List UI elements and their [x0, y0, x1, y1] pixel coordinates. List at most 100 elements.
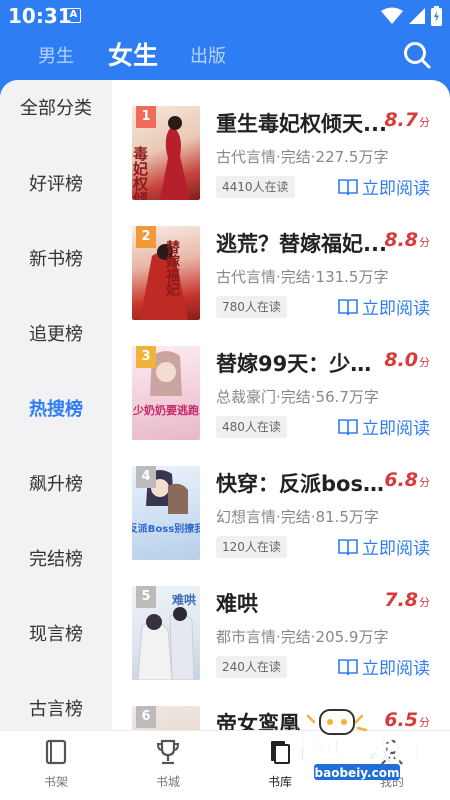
tab-female[interactable]: 女生	[108, 36, 158, 72]
score-value: 7.8	[384, 589, 418, 611]
library-icon	[271, 741, 290, 764]
readers-badge: 480人在读	[216, 416, 287, 438]
book-open-icon	[338, 418, 358, 435]
read-now-label: 立即阅读	[362, 419, 430, 439]
book-cover[interactable]: 6	[132, 706, 200, 730]
watermark-url: baobeiy.com	[315, 766, 400, 780]
bottom-nav-label: 书架	[43, 775, 68, 789]
rank-badge: 6	[136, 706, 156, 728]
score-value: 8.7	[384, 109, 418, 131]
book-title[interactable]: 替嫁99天：少奶...	[216, 348, 391, 378]
sidebar-item-trending[interactable]: 热搜榜	[0, 395, 112, 421]
book-meta: 总裁豪门·完结·56.7万字	[216, 388, 379, 406]
cover-title: 毒妃权倾天下	[132, 145, 149, 200]
book-open-icon	[338, 658, 358, 675]
sidebar-item-top-rated[interactable]: 好评榜	[0, 170, 112, 196]
read-now-button[interactable]: 立即阅读	[338, 414, 430, 439]
sidebar-item-all[interactable]: 全部分类	[0, 94, 112, 120]
top-nav: 男生 女生 出版	[0, 32, 450, 82]
read-now-label: 立即阅读	[362, 179, 430, 199]
read-now-label: 立即阅读	[362, 659, 430, 679]
sidebar-item-following[interactable]: 追更榜	[0, 320, 112, 346]
book-title[interactable]: 难哄	[216, 588, 391, 618]
bottom-nav-bookstore[interactable]: 书城	[138, 739, 198, 790]
book-meta: 古代言情·完结·131.5万字	[216, 268, 389, 286]
read-now-button[interactable]: 立即阅读	[338, 174, 430, 199]
category-sidebar: 全部分类 好评榜 新书榜 追更榜 热搜榜 飙升榜 完结榜 现言榜 古言榜	[0, 80, 112, 730]
trophy-icon	[156, 739, 180, 765]
book-item[interactable]: 反派Boss别撩我 4 快穿：反派boss... 6.8分 幻想言情·完结·81…	[112, 466, 450, 586]
score-unit: 分	[419, 116, 430, 129]
read-now-button[interactable]: 立即阅读	[338, 654, 430, 679]
search-icon[interactable]	[402, 40, 432, 70]
sidebar-item-ancient-romance[interactable]: 古言榜	[0, 695, 112, 721]
readers-badge: 780人在读	[216, 296, 287, 318]
cover-title: 难哄	[171, 592, 196, 607]
status-bar: 10:31 A	[0, 0, 450, 32]
book-cover[interactable]: 替嫁福妃 2	[132, 226, 200, 320]
book-open-icon	[338, 298, 358, 315]
score-unit: 分	[419, 596, 430, 609]
book-cover[interactable]: 反派Boss别撩我 4	[132, 466, 200, 560]
notification-icon: A	[66, 8, 81, 23]
book-meta: 都市言情·完结·205.9万字	[216, 628, 389, 646]
main-content: 全部分类 好评榜 新书榜 追更榜 热搜榜 飙升榜 完结榜 现言榜 古言榜 毒妃权…	[0, 80, 450, 730]
book-meta: 古代言情·完结·227.5万字	[216, 148, 389, 166]
score-unit: 分	[419, 356, 430, 369]
read-now-button[interactable]: 立即阅读	[338, 294, 430, 319]
status-time: 10:31	[8, 4, 72, 28]
book-score: 8.8分	[384, 229, 430, 251]
book-item[interactable]: 替嫁福妃 2 逃荒？替嫁福妃... 8.8分 古代言情·完结·131.5万字 7…	[112, 226, 450, 346]
watermark-logo: 宝贝游戏网 baobeiy.com	[290, 709, 421, 780]
book-title[interactable]: 重生毒妃权倾天...	[216, 108, 391, 138]
tab-male[interactable]: 男生	[38, 42, 74, 68]
rank-badge: 4	[136, 466, 156, 488]
bookshelf-icon	[45, 739, 67, 765]
book-title[interactable]: 快穿：反派boss...	[216, 468, 391, 498]
readers-badge: 4410人在读	[216, 176, 295, 198]
read-now-label: 立即阅读	[362, 539, 430, 559]
rank-badge: 3	[136, 346, 156, 368]
rank-badge: 1	[136, 106, 156, 128]
readers-badge: 240人在读	[216, 656, 287, 678]
book-cover[interactable]: 毒妃权倾天下 1	[132, 106, 200, 200]
rank-badge: 5	[136, 586, 156, 608]
book-cover[interactable]: 难哄 5	[132, 586, 200, 680]
cover-title: 少奶奶要逃跑	[132, 403, 199, 417]
score-value: 8.0	[384, 349, 418, 371]
sidebar-item-modern-romance[interactable]: 现言榜	[0, 620, 112, 646]
sidebar-item-new[interactable]: 新书榜	[0, 245, 112, 271]
book-score: 7.8分	[384, 589, 430, 611]
book-list: 毒妃权倾天下 1 重生毒妃权倾天... 8.7分 古代言情·完结·227.5万字…	[112, 80, 450, 730]
readers-badge: 120人在读	[216, 536, 287, 558]
cover-title: 反派Boss别撩我	[132, 522, 200, 535]
book-title[interactable]: 逃荒？替嫁福妃...	[216, 228, 391, 258]
score-unit: 分	[419, 236, 430, 249]
book-score: 6.8分	[384, 469, 430, 491]
watermark-title: 宝贝游戏网	[290, 736, 420, 767]
book-item[interactable]: 难哄 5 难哄 7.8分 都市言情·完结·205.9万字 240人在读 立即阅读	[112, 586, 450, 706]
read-now-button[interactable]: 立即阅读	[338, 534, 430, 559]
book-score: 8.7分	[384, 109, 430, 131]
book-item[interactable]: 少奶奶要逃跑 3 替嫁99天：少奶... 8.0分 总裁豪门·完结·56.7万字…	[112, 346, 450, 466]
sidebar-item-completed[interactable]: 完结榜	[0, 545, 112, 571]
book-meta: 幻想言情·完结·81.5万字	[216, 508, 379, 526]
score-value: 8.8	[384, 229, 418, 251]
book-item[interactable]: 毒妃权倾天下 1 重生毒妃权倾天... 8.7分 古代言情·完结·227.5万字…	[112, 106, 450, 226]
cover-title: 替嫁福妃	[164, 239, 181, 297]
score-value: 6.8	[384, 469, 418, 491]
book-score: 8.0分	[384, 349, 430, 371]
bottom-nav-label: 书城	[155, 775, 180, 789]
bottom-nav-bookshelf[interactable]: 书架	[26, 739, 86, 790]
signal-icon	[409, 8, 425, 24]
book-open-icon	[338, 538, 358, 555]
status-icons	[381, 6, 442, 26]
score-unit: 分	[419, 476, 430, 489]
rank-badge: 2	[136, 226, 156, 248]
wifi-icon	[381, 7, 403, 24]
tab-publish[interactable]: 出版	[190, 42, 226, 68]
sidebar-item-rising[interactable]: 飙升榜	[0, 470, 112, 496]
read-now-label: 立即阅读	[362, 299, 430, 319]
book-cover[interactable]: 少奶奶要逃跑 3	[132, 346, 200, 440]
battery-icon	[431, 6, 442, 26]
